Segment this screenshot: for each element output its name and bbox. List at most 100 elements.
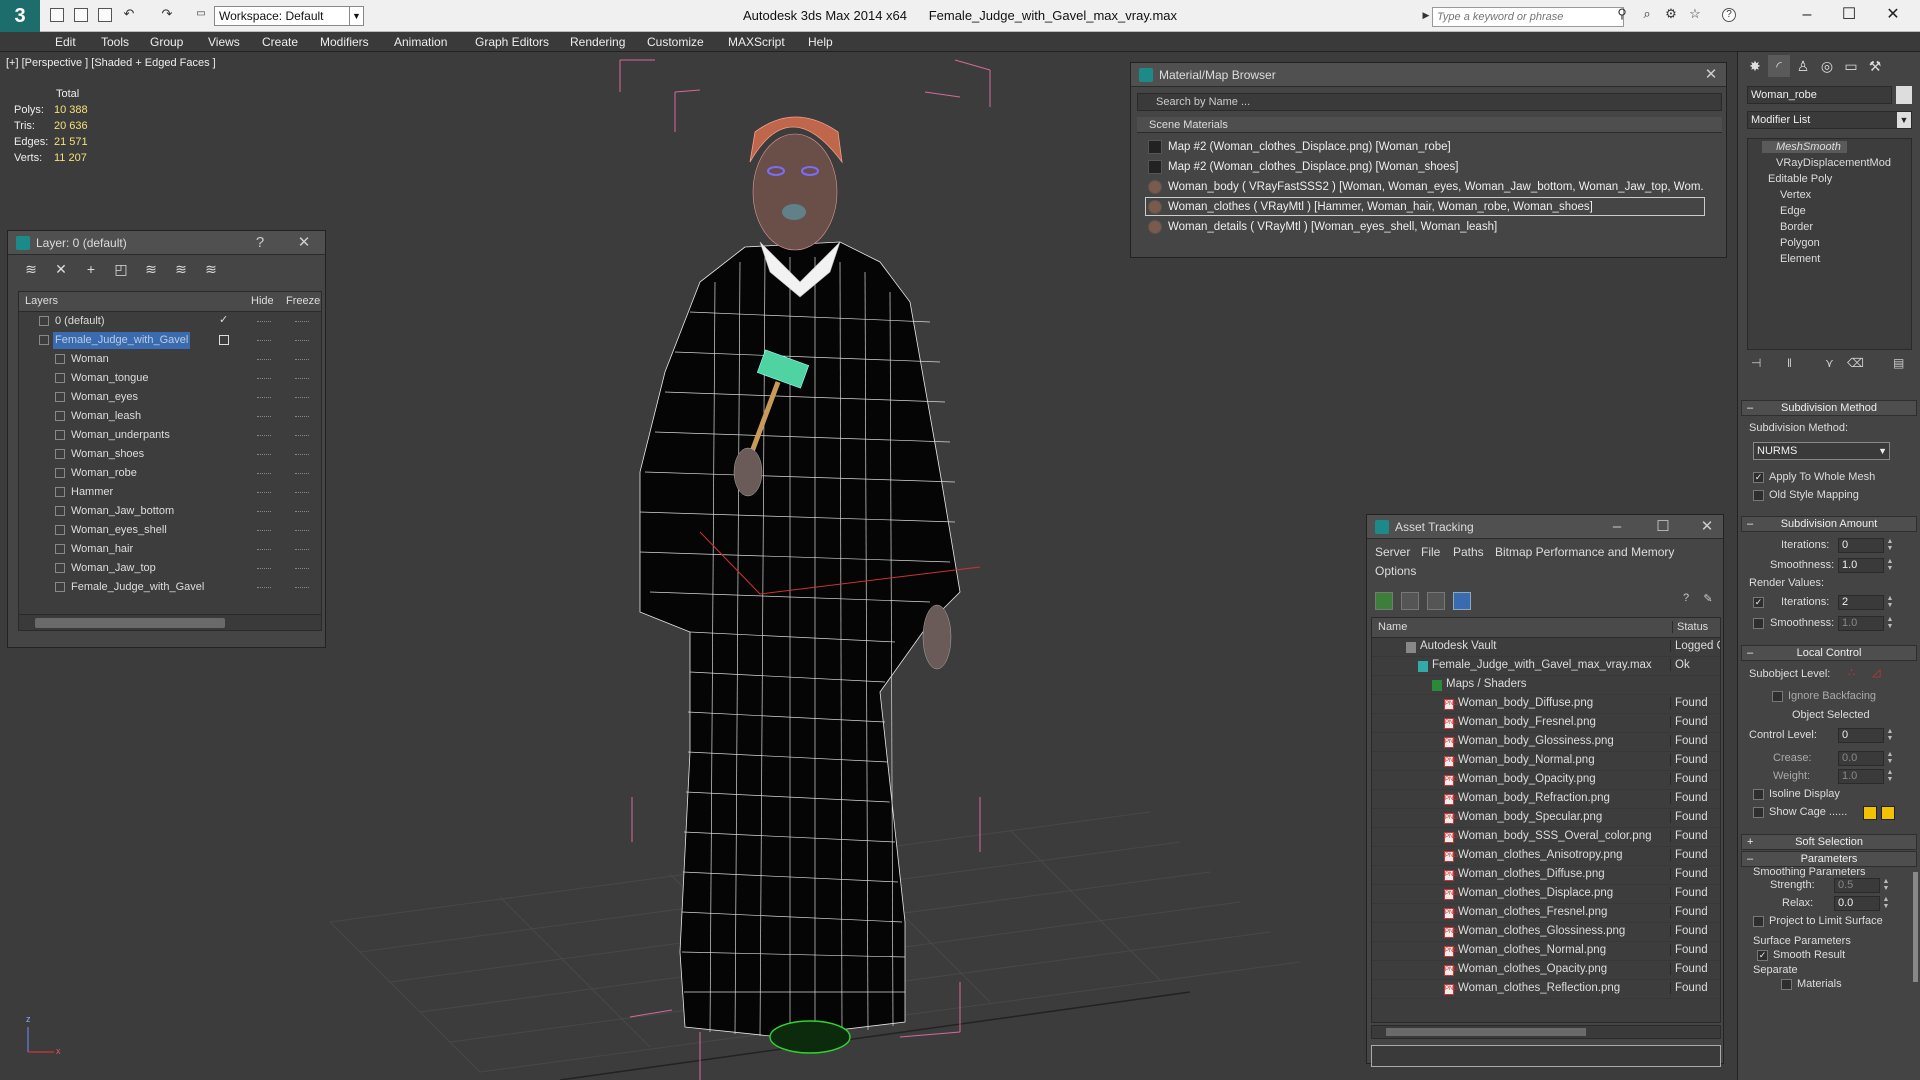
stack-item-element[interactable]: Element [1780,253,1820,265]
stack-item-editable-poly[interactable]: Editable Poly [1768,173,1832,185]
scrollbar-thumb[interactable] [1386,1028,1586,1036]
layer-row[interactable]: Hammer [19,483,321,502]
highlight-icon[interactable]: ✎ [1699,592,1717,610]
modifier-list-dropdown[interactable]: Modifier List ▼ [1747,111,1912,129]
open-file-icon[interactable] [74,8,88,22]
asset-tracking-titlebar[interactable]: Asset Tracking – ☐ ✕ [1367,515,1723,539]
make-unique-icon[interactable]: ⋎ [1825,356,1834,370]
hide-toggle[interactable] [257,473,271,474]
col-name[interactable]: Name [1378,621,1407,633]
hide-all-icon[interactable]: ≋ [172,260,190,278]
vertex-level-icon[interactable]: ∴ [1848,666,1855,679]
highlight-layer-icon[interactable]: ≋ [142,260,160,278]
menu-maxscript[interactable]: MAXScript [728,35,785,49]
spinner-arrows-icon[interactable]: ▲ ▼ [1886,728,1894,743]
hide-toggle[interactable] [257,340,271,341]
thumbnail-view-icon[interactable] [1427,592,1445,610]
freeze-toggle[interactable] [295,454,309,455]
hide-toggle[interactable] [257,549,271,550]
freeze-toggle[interactable] [295,530,309,531]
spinner-arrows-icon[interactable]: ▲ ▼ [1886,538,1894,553]
layer-row[interactable]: Female_Judge_with_Gavel [19,578,321,597]
layers-icon[interactable]: ≋ [22,260,40,278]
asset-row[interactable]: PNG Woman_clothes_Opacity.png Found [1372,961,1720,980]
help-icon[interactable]: ? [1722,8,1736,22]
hierarchy-tab-icon[interactable]: ♙ [1792,55,1814,77]
horizontal-scrollbar[interactable] [19,614,321,630]
list-view-icon[interactable] [1401,592,1419,610]
layer-panel-titlebar[interactable]: Layer: 0 (default) ? ✕ [8,231,325,255]
ignore-backfacing-checkbox[interactable] [1772,691,1783,702]
layer-row[interactable]: Woman [19,350,321,369]
freeze-toggle[interactable] [295,397,309,398]
menu-tools[interactable]: Tools [101,35,129,49]
maximize-button[interactable]: ☐ [1834,4,1864,26]
render-iterations-checkbox[interactable]: ✓ [1753,597,1764,608]
horizontal-scrollbar[interactable] [1371,1025,1721,1039]
spinner-arrows-icon[interactable]: ▲ ▼ [1886,616,1894,631]
material-row[interactable]: Map #2 (Woman_clothes_Displace.png) [Wom… [1145,137,1705,156]
render-iterations-spinner[interactable]: 2 [1838,595,1884,610]
spinner-arrows-icon[interactable]: ▲ ▼ [1886,751,1894,766]
asset-row[interactable]: PNG Woman_clothes_Fresnel.png Found [1372,904,1720,923]
rollout-subdivision-amount[interactable]: – Subdivision Amount [1741,516,1917,532]
minimize-button[interactable]: – [1607,517,1627,537]
layer-row[interactable]: Woman_eyes [19,388,321,407]
close-icon[interactable]: ✕ [294,233,314,253]
select-objects-icon[interactable]: ◰ [112,260,130,278]
layer-row[interactable]: Woman_leash [19,407,321,426]
material-search-input[interactable]: Search by Name ... [1137,93,1722,111]
undo-icon[interactable]: ↶ [122,7,136,22]
material-browser-titlebar[interactable]: Material/Map Browser ✕ [1131,63,1726,87]
asset-row[interactable]: PNG Woman_body_Glossiness.png Found [1372,733,1720,752]
menu-modifiers[interactable]: Modifiers [320,35,369,49]
freeze-toggle[interactable] [295,435,309,436]
search-box[interactable] [1432,7,1624,27]
search-icon[interactable]: ⌕ [1640,7,1654,22]
rollout-subdivision-method[interactable]: – Subdivision Method [1741,400,1917,416]
spinner-arrows-icon[interactable]: ▲ ▼ [1886,558,1894,573]
weight-spinner[interactable]: 1.0 [1838,769,1884,784]
set-current-checkbox[interactable] [219,335,229,345]
menu-edit[interactable]: Edit [55,35,76,49]
relax-spinner[interactable]: 0.0 [1834,896,1880,911]
freeze-toggle[interactable] [295,568,309,569]
spinner-arrows-icon[interactable]: ▲ ▼ [1882,896,1890,911]
menu-animation[interactable]: Animation [394,35,447,49]
hide-toggle[interactable] [257,435,271,436]
asset-row[interactable]: PNG Woman_body_Diffuse.png Found [1372,695,1720,714]
modify-tab-icon[interactable]: ◜ [1768,55,1790,77]
freeze-toggle[interactable] [295,492,309,493]
asset-row[interactable]: PNG Woman_clothes_Glossiness.png Found [1372,923,1720,942]
crease-spinner[interactable]: 0.0 [1838,751,1884,766]
hide-toggle[interactable] [257,416,271,417]
hide-toggle[interactable] [257,321,271,322]
redo-icon[interactable]: ↷ [160,7,174,22]
asset-row[interactable]: PNG Woman_clothes_Displace.png Found [1372,885,1720,904]
asset-row[interactable]: PNG Woman_clothes_Reflection.png Found [1372,980,1720,999]
viewport-label[interactable]: [+] [Perspective ] [Shaded + Edged Faces… [6,57,216,69]
layer-row[interactable]: Woman_tongue [19,369,321,388]
strength-spinner[interactable]: 0.5 [1834,878,1880,893]
freeze-toggle[interactable] [295,359,309,360]
menu-customize[interactable]: Customize [647,35,704,49]
asset-row[interactable]: PNG Woman_body_Refraction.png Found [1372,790,1720,809]
workspace-dropdown[interactable]: Workspace: Default ▼ [214,6,364,26]
subdivision-method-dropdown[interactable]: NURMS ▼ [1753,442,1890,460]
freeze-toggle[interactable] [295,321,309,322]
new-file-icon[interactable] [50,8,64,22]
create-layer-icon[interactable]: + [82,260,100,278]
expand-arrow-icon[interactable]: ▶ [1419,9,1433,23]
at-menu-server[interactable]: Server [1375,545,1410,559]
asset-row[interactable]: PNG Woman_body_SSS_Overal_color.png Found [1372,828,1720,847]
asset-row[interactable]: PNG Woman_clothes_Diffuse.png Found [1372,866,1720,885]
col-layers[interactable]: Layers [25,295,58,307]
display-tab-icon[interactable]: ▭ [1840,55,1862,77]
utilities-tab-icon[interactable]: ⚒ [1864,55,1886,77]
close-button[interactable]: ✕ [1878,4,1908,26]
edge-level-icon[interactable]: ◿ [1872,666,1880,679]
remove-modifier-icon[interactable]: ⌫ [1847,356,1864,370]
col-freeze[interactable]: Freeze [286,295,320,307]
render-smoothness-checkbox[interactable] [1753,618,1764,629]
delete-layer-icon[interactable]: ✕ [52,260,70,278]
